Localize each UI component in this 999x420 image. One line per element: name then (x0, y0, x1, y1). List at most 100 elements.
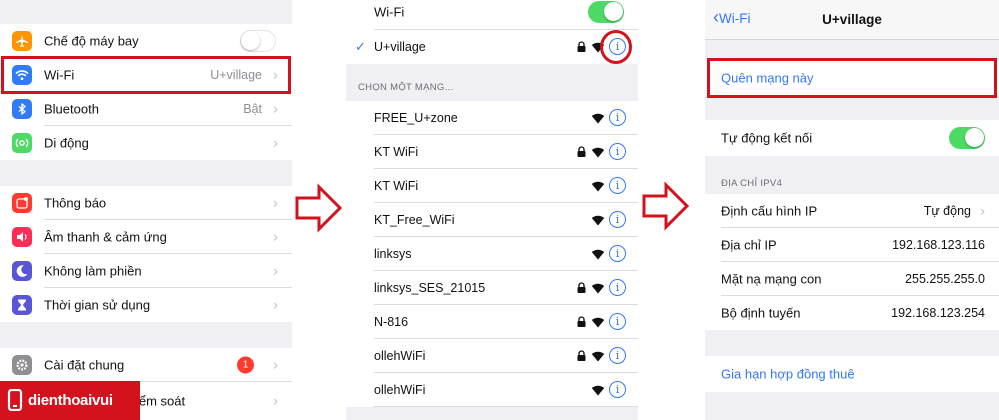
network-row[interactable]: linksys i (346, 237, 638, 271)
screen-time-row[interactable]: Thời gian sử dụng › (0, 288, 292, 322)
dienthoaivui-logo: dienthoaivui (0, 381, 140, 420)
wifi-toggle-row[interactable]: Wi-Fi (346, 0, 638, 30)
sounds-row[interactable]: Âm thanh & cảm ứng › (0, 220, 292, 254)
bluetooth-label: Bluetooth (44, 101, 99, 117)
wifi-signal-icon (591, 317, 605, 328)
info-button[interactable]: i (609, 347, 626, 364)
ip-address-value: 192.168.123.116 (892, 238, 985, 252)
network-name: KT_Free_WiFi (374, 213, 455, 227)
hourglass-icon (12, 295, 32, 315)
info-button[interactable]: i (609, 279, 626, 296)
airplane-mode-toggle[interactable] (240, 30, 276, 52)
notifications-icon (12, 193, 32, 213)
network-row[interactable]: ollehWiFi i (346, 373, 638, 407)
speaker-icon (12, 227, 32, 247)
cellular-row[interactable]: Di động › (0, 126, 292, 160)
subnet-mask-value: 255.255.255.0 (905, 272, 985, 286)
configure-ip-row[interactable]: Định cấu hình IP Tự động › (705, 194, 999, 228)
page-title: U+village (822, 12, 882, 27)
lock-icon (577, 146, 586, 157)
wifi-signal-icon (591, 113, 605, 124)
wifi-signal-icon (591, 215, 605, 226)
checkmark-icon: ✓ (355, 39, 366, 54)
network-name: linksys (374, 247, 412, 261)
auto-join-label: Tự động kết nối (721, 130, 813, 146)
ip-address-row: Địa chỉ IP 192.168.123.116 (705, 228, 999, 262)
control-center-label: iểm soát (136, 393, 186, 409)
wifi-signal-icon (591, 249, 605, 260)
ipv4-header: ĐỊA CHỈ IPV4 (721, 178, 783, 189)
chevron-right-icon: › (273, 134, 278, 152)
sounds-label: Âm thanh & cảm ứng (44, 229, 167, 245)
bluetooth-value: Bật (243, 102, 262, 116)
wifi-toggle-label: Wi-Fi (374, 4, 405, 20)
info-button-highlight (600, 30, 632, 64)
chevron-right-icon: › (273, 100, 278, 118)
gear-icon (12, 355, 32, 375)
router-value: 192.168.123.254 (891, 306, 985, 320)
choose-network-header: CHỌN MỘT MẠNG... (358, 82, 454, 93)
airplane-mode-row[interactable]: Chế độ máy bay (0, 24, 292, 58)
info-button[interactable]: i (609, 143, 626, 160)
connected-network-row[interactable]: ✓ U+village i (346, 30, 638, 64)
wifi-signal-icon (591, 283, 605, 294)
network-row[interactable]: KT_Free_WiFi i (346, 203, 638, 237)
network-name: linksys_SES_21015 (374, 281, 486, 295)
connected-network-name: U+village (374, 40, 426, 54)
network-row[interactable]: FREE_U+zone i (346, 101, 638, 135)
network-detail-panel: ‹Wi-Fi U+village Quên mạng này Tự động k… (705, 0, 999, 420)
network-name: ollehWiFi (374, 349, 426, 363)
renew-lease-row[interactable]: Gia hạn hợp đồng thuê (705, 356, 999, 392)
notifications-row[interactable]: Thông báo › (0, 186, 292, 220)
settings-panel: Chế độ máy bay Wi-Fi U+village › Bluetoo… (0, 0, 292, 420)
wifi-signal-icon (591, 181, 605, 192)
network-name: KT WiFi (374, 145, 419, 159)
nav-bar: ‹Wi-Fi U+village (705, 0, 999, 40)
renew-lease-button[interactable]: Gia hạn hợp đồng thuê (721, 367, 855, 382)
arrow-right-icon (642, 181, 690, 231)
chevron-right-icon: › (273, 356, 278, 374)
info-button[interactable]: i (609, 245, 626, 262)
configure-ip-value: Tự động (923, 204, 971, 218)
logo-text: dienthoaivui (28, 392, 113, 409)
auto-join-toggle[interactable] (949, 127, 985, 149)
wifi-toggle[interactable] (588, 1, 624, 23)
subnet-mask-label: Mặt nạ mạng con (721, 271, 822, 287)
info-button[interactable]: i (609, 109, 626, 126)
info-button[interactable]: i (609, 177, 626, 194)
chevron-right-icon: › (273, 228, 278, 246)
chevron-right-icon: › (273, 262, 278, 280)
wifi-row-highlight (1, 56, 291, 94)
network-name: FREE_U+zone (374, 111, 458, 125)
chevron-right-icon: › (273, 392, 278, 410)
network-name: KT WiFi (374, 179, 419, 193)
cellular-label: Di động (44, 135, 89, 151)
network-row[interactable]: KT WiFi i (346, 135, 638, 169)
network-row[interactable]: KT WiFi i (346, 169, 638, 203)
network-row[interactable]: ollehWiFi i (346, 339, 638, 373)
info-button[interactable]: i (609, 381, 626, 398)
bluetooth-icon (12, 99, 32, 119)
lock-icon (577, 41, 586, 52)
do-not-disturb-row[interactable]: Không làm phiền › (0, 254, 292, 288)
info-button[interactable]: i (609, 313, 626, 330)
notifications-label: Thông báo (44, 195, 107, 211)
general-row[interactable]: Cài đặt chung 1 › (0, 348, 292, 382)
chevron-right-icon: › (273, 194, 278, 212)
network-name: ollehWiFi (374, 383, 426, 397)
airplane-mode-label: Chế độ máy bay (44, 33, 139, 49)
airplane-icon (12, 31, 32, 51)
general-label: Cài đặt chung (44, 357, 125, 373)
phone-logo-icon (7, 389, 23, 411)
moon-icon (12, 261, 32, 281)
wifi-signal-icon (591, 351, 605, 362)
lock-icon (577, 282, 586, 293)
network-row[interactable]: linksys_SES_21015 i (346, 271, 638, 305)
arrow-right-icon (295, 183, 343, 233)
auto-join-row[interactable]: Tự động kết nối (705, 120, 999, 156)
info-button[interactable]: i (609, 211, 626, 228)
network-row[interactable]: N-816 i (346, 305, 638, 339)
wifi-list-panel: Wi-Fi ✓ U+village i CHỌN MỘT MẠNG... FRE… (346, 0, 638, 420)
update-badge: 1 (237, 356, 254, 374)
bluetooth-row[interactable]: Bluetooth Bật › (0, 92, 292, 126)
